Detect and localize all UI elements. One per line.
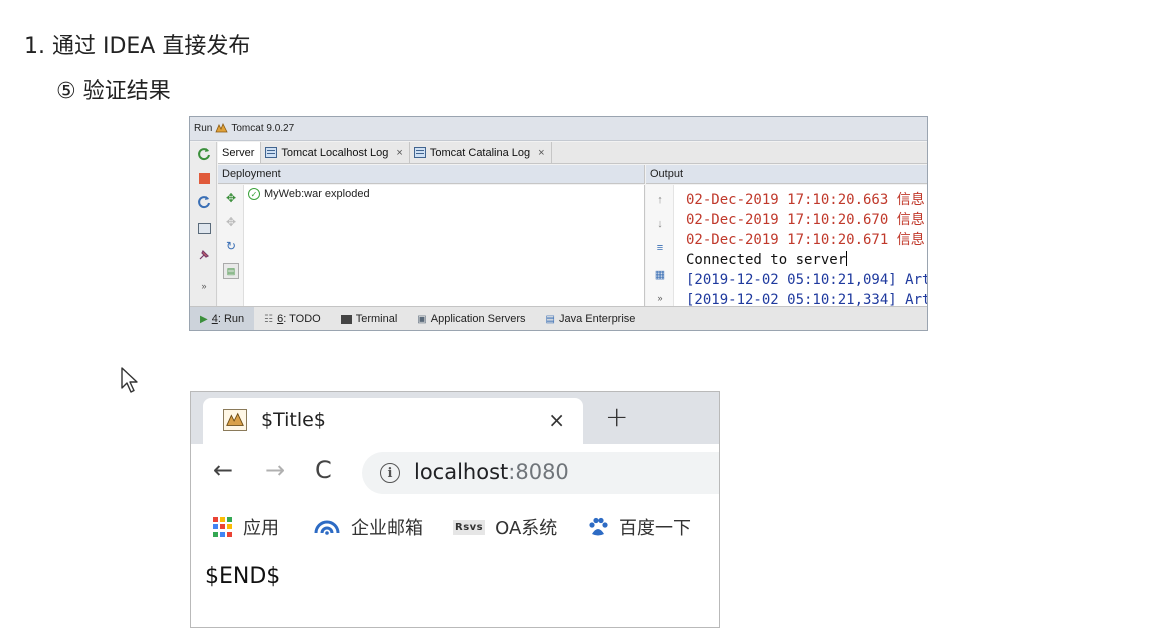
baidu-paw-icon [589,517,608,536]
java-enterprise-icon: ▤ [545,313,555,325]
tab-tomcat-localhost-log[interactable]: Tomcat Localhost Log × [261,142,410,163]
tool-window-bar: ▶ 4: Run ☷ 6: TODO Terminal ▣ Applicatio… [190,306,927,330]
scroll-up-icon[interactable]: ↑ [652,193,668,207]
deployed-check-icon: ✓ [248,188,260,200]
refresh-deployment-icon[interactable]: ↻ [223,238,239,254]
ide-run-panel: Run Tomcat 9.0.27 » Server Tomcat Localh… [189,116,928,331]
log-line: 02-Dec-2019 17:10:20.671 信息 [main] org.a… [686,232,927,248]
address-bar[interactable]: i localhost:8080 [362,452,719,494]
output-toolbar: ↑ ↓ ≡ ▦ » [646,185,674,306]
forward-icon[interactable]: → [265,456,285,484]
toolwindow-app-servers-label: Application Servers [430,313,526,325]
log-line: [2019-12-02 05:10:21,094] Artifact MyWeb… [686,272,927,288]
console-log[interactable]: 02-Dec-2019 17:10:20.663 信息 [main] org.a… [686,190,927,306]
tab-catalina-log-label: Tomcat Catalina Log [429,146,531,159]
tab-localhost-log-label: Tomcat Localhost Log [281,146,389,159]
bookmark-label: 百度一下 [619,518,691,539]
bookmark-enterprise-mail[interactable]: 企业邮箱 [313,514,423,540]
tomcat-icon [215,123,229,133]
output-pane: ↑ ↓ ≡ ▦ » 02-Dec-2019 17:10:20.663 信息 [m… [646,185,927,306]
text-caret [846,251,848,266]
stop-icon[interactable] [196,170,212,186]
bookmarks-bar: 应用 企业邮箱 Rsvs OA系统 百度一下 [191,500,719,550]
toolwindow-java-enterprise-label: Java Enterprise [558,313,636,325]
bookmark-baidu[interactable]: 百度一下 [587,514,691,540]
browser-tab[interactable]: $Title$ × [203,398,583,444]
browser-window: $Title$ × + ← → C i localhost:8080 应用 企业… [190,391,720,628]
new-tab-button[interactable]: + [605,400,628,433]
more-tools-icon[interactable]: » [196,278,212,294]
todo-icon: ☷ [264,313,274,325]
run-titlebar: Run Tomcat 9.0.27 [190,117,927,141]
tomcat-favicon-icon [223,409,247,431]
browser-tab-title: $Title$ [261,409,326,431]
toolwindow-run-label: 4: Run [211,313,245,325]
toolwindow-java-enterprise[interactable]: ▤ Java Enterprise [536,307,646,330]
tab-tomcat-catalina-log[interactable]: Tomcat Catalina Log × [410,142,552,163]
deploy-icon[interactable]: ✥ [223,190,239,206]
toolwindow-application-servers[interactable]: ▣ Application Servers [407,307,535,330]
deployment-artifact-item[interactable]: ✓ MyWeb:war exploded [248,188,370,200]
toolwindow-terminal[interactable]: Terminal [331,307,408,330]
toolwindow-todo-label: 6: TODO [277,313,321,325]
browser-navbar: ← → C i localhost:8080 [191,444,719,500]
reload-icon[interactable]: C [315,456,332,484]
apps-grid-icon [213,517,233,537]
deployment-pane: ✥ ✥ ↻ ▤ ✓ MyWeb:war exploded [218,185,645,306]
run-label: Run [194,123,213,134]
print-icon[interactable]: ▦ [652,267,668,281]
bookmark-label: OA系统 [495,518,558,539]
close-tab-icon[interactable]: × [548,408,565,432]
toolwindow-terminal-label: Terminal [355,313,398,325]
url-host: localhost [414,460,509,484]
dump-threads-icon[interactable] [196,220,212,236]
rerun-icon[interactable] [196,146,212,162]
close-icon[interactable]: × [538,147,544,159]
browser-tabstrip: $Title$ × + [191,392,719,444]
page-body-text: $END$ [205,564,281,589]
more-tools-icon[interactable]: » [652,291,668,305]
output-header: Output [646,165,927,184]
terminal-icon [340,314,352,324]
bookmark-oa-system[interactable]: Rsvs OA系统 [453,514,557,540]
site-info-icon[interactable]: i [380,463,400,483]
deployment-toolbar: ✥ ✥ ↻ ▤ [218,185,244,306]
log-line-text: Connected to server [686,252,847,268]
log-file-icon [265,147,278,158]
undeploy-icon[interactable]: ✥ [223,214,239,230]
heading-verify-result: ⑤ 验证结果 [56,79,171,104]
update-icon[interactable] [196,194,212,210]
run-config-name[interactable]: Tomcat 9.0.27 [231,123,294,134]
deployment-header: Deployment [218,165,645,184]
scroll-down-icon[interactable]: ↓ [652,217,668,231]
run-tab-bar: Server Tomcat Localhost Log × Tomcat Cat… [218,142,927,164]
log-line: [2019-12-02 05:10:21,334] Artifact MyWeb… [686,292,927,306]
toolwindow-todo[interactable]: ☷ 6: TODO [254,307,331,330]
url-text[interactable]: localhost:8080 [414,460,569,484]
url-port: :8080 [508,460,569,484]
tab-server-label: Server [222,146,255,159]
bookmark-label: 企业邮箱 [351,518,423,539]
oa-logo-icon: Rsvs [453,519,486,535]
soft-wrap-icon[interactable]: ≡ [652,241,668,255]
artifact-label: MyWeb:war exploded [264,188,370,200]
bookmark-label: 应用 [243,518,279,539]
heading-publish-via-idea: 1. 通过 IDEA 直接发布 [24,34,251,59]
log-file-icon [413,147,426,158]
log-line-connected: Connected to server [686,250,927,270]
app-servers-icon: ▣ [417,313,427,325]
mouse-cursor-icon [121,367,138,393]
artifact-icon[interactable]: ▤ [223,263,239,279]
tab-server[interactable]: Server [218,142,262,163]
run-left-toolbar: » [190,142,217,306]
cloud-mail-icon [314,520,340,535]
log-line: 02-Dec-2019 17:10:20.670 信息 [main] org.a… [686,212,927,228]
run-play-icon: ▶ [200,313,208,325]
bookmark-apps[interactable]: 应用 [213,514,279,540]
close-icon[interactable]: × [396,147,402,159]
toolwindow-run[interactable]: ▶ 4: Run [190,307,255,330]
log-line: 02-Dec-2019 17:10:20.663 信息 [main] org.a… [686,192,927,208]
back-icon[interactable]: ← [213,456,233,484]
pin-icon[interactable] [196,246,212,262]
